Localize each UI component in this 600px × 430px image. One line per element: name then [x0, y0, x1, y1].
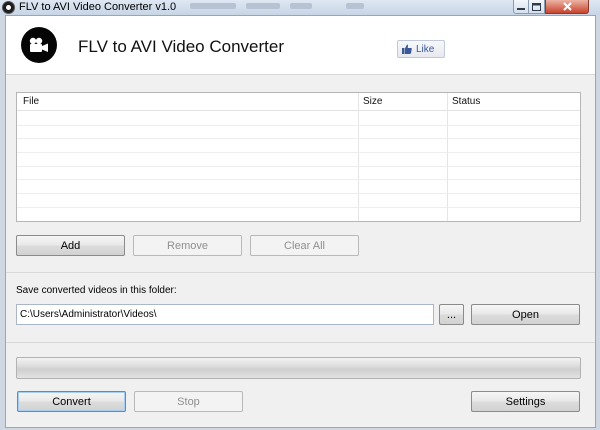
app-header: FLV to AVI Video Converter Like: [6, 16, 595, 75]
minimize-button[interactable]: [513, 0, 529, 14]
open-button[interactable]: Open: [471, 304, 580, 325]
remove-button[interactable]: Remove: [133, 235, 242, 256]
table-row[interactable]: [17, 153, 580, 167]
browse-button[interactable]: ...: [439, 304, 464, 325]
app-title: FLV to AVI Video Converter: [78, 37, 285, 56]
clear-all-button[interactable]: Clear All: [250, 235, 359, 256]
file-table[interactable]: File Size Status: [16, 92, 581, 222]
table-row[interactable]: [17, 167, 580, 181]
title-bar-blur: [290, 3, 312, 9]
column-header-status[interactable]: Status: [452, 96, 480, 107]
settings-button[interactable]: Settings: [471, 391, 580, 412]
like-button[interactable]: Like: [397, 40, 445, 58]
video-camera-icon: [21, 27, 57, 63]
title-bar-blur: [246, 3, 280, 9]
like-label: Like: [416, 43, 435, 55]
section-divider: [6, 342, 595, 343]
title-bar-blur: [346, 3, 364, 9]
output-folder-input[interactable]: [16, 304, 434, 325]
convert-button[interactable]: Convert: [17, 391, 126, 412]
table-row[interactable]: [17, 194, 580, 208]
stop-button[interactable]: Stop: [134, 391, 243, 412]
conversion-progress-bar: [16, 357, 581, 379]
table-row[interactable]: [17, 180, 580, 195]
section-divider: [6, 272, 595, 273]
app-icon: [2, 1, 15, 14]
table-row[interactable]: [17, 139, 580, 154]
add-button[interactable]: Add: [16, 235, 125, 256]
maximize-button[interactable]: [529, 0, 545, 14]
close-button[interactable]: [545, 0, 589, 14]
table-header: File Size Status: [17, 93, 580, 111]
column-header-size[interactable]: Size: [363, 96, 382, 107]
title-bar-blur: [190, 3, 236, 9]
thumbs-up-icon: [402, 44, 412, 54]
main-window: FLV to AVI Video Converter Like File Siz…: [5, 15, 596, 428]
table-row[interactable]: [17, 126, 580, 140]
minimize-icon: [517, 7, 525, 10]
column-header-file[interactable]: File: [23, 96, 39, 107]
maximize-icon: [532, 2, 541, 11]
save-folder-label: Save converted videos in this folder:: [16, 285, 177, 296]
table-row[interactable]: [17, 112, 580, 126]
table-rows: [17, 112, 580, 221]
window-title: FLV to AVI Video Converter v1.0: [19, 1, 177, 13]
table-row[interactable]: [17, 208, 580, 221]
close-icon: [562, 2, 572, 11]
